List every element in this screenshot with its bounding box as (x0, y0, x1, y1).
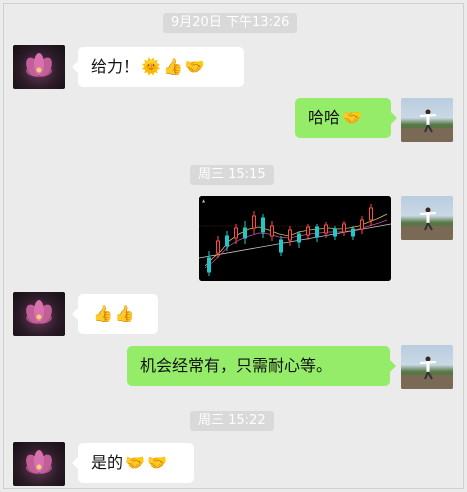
thumbs-up-emoji-icon: 👍 (162, 57, 183, 76)
stock-chart-image[interactable]: ▲ (199, 196, 391, 281)
person-avatar-image (401, 356, 453, 389)
sun-emoji-icon: 🌞 (141, 57, 161, 76)
message-bubble[interactable]: 机会经常有，只需耐心等。 (127, 346, 396, 386)
handshake-emoji-icon: 🤝 (342, 108, 362, 127)
avatar[interactable] (401, 345, 453, 389)
message-bubble[interactable]: 是的 🤝 🤝 (72, 443, 194, 483)
avatar[interactable] (13, 292, 65, 336)
lotus-avatar-image (26, 53, 52, 77)
message-text: 是的 (91, 453, 124, 472)
avatar[interactable] (401, 98, 453, 142)
person-avatar-image (401, 109, 453, 142)
message-bubble[interactable]: 👍 👍 (72, 294, 158, 334)
person-avatar-image (401, 207, 453, 240)
avatar[interactable] (401, 196, 453, 240)
message-text: 哈哈 (308, 108, 341, 127)
timestamp: 周三 15:22 (190, 411, 274, 431)
message-text: 机会经常有，只需耐心等。 (140, 356, 333, 375)
timestamp: 周三 15:15 (190, 165, 274, 185)
avatar[interactable] (13, 442, 65, 486)
thumbs-up-emoji-icon: 👍 (114, 304, 135, 323)
lotus-avatar-image (26, 450, 52, 474)
message-text: 给力！ (91, 57, 140, 76)
handshake-emoji-icon: 🤝 (184, 57, 205, 76)
message-bubble[interactable]: 给力！ 🌞 👍 🤝 (72, 47, 244, 87)
handshake-emoji-icon: 🤝 (125, 453, 145, 472)
handshake-emoji-icon: 🤝 (146, 453, 167, 472)
avatar[interactable] (13, 45, 65, 89)
timestamp: 9月20日 下午13:26 (163, 13, 298, 33)
candlestick-chart-image: ▲ (199, 196, 391, 281)
thumbs-up-emoji-icon: 👍 (93, 304, 113, 323)
lotus-avatar-image (26, 300, 52, 324)
message-bubble[interactable]: 哈哈 🤝 (295, 98, 397, 138)
